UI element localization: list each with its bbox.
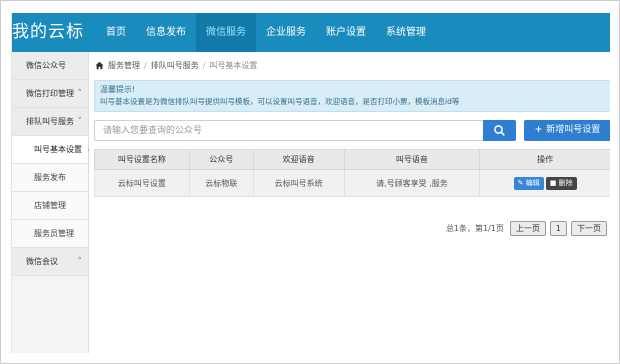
nav-item-system-management[interactable]: 系统管理 [376, 13, 436, 52]
next-page-button[interactable]: 下一页 [571, 220, 607, 236]
edit-icon: ✎ [517, 178, 524, 187]
edit-button[interactable]: ✎ 编辑 [513, 176, 544, 190]
column-header: 叫号设置名称 [94, 149, 190, 170]
column-header: 操作 [479, 149, 610, 170]
nav-item-home[interactable]: 首页 [96, 13, 136, 52]
tip-notice: 温馨提示! 叫号基本设置是为微信排队叫号提供叫号模板，可以设置叫号语音，欢迎语音… [94, 80, 610, 112]
sidebar-item-shop-management[interactable]: 店铺管理 [12, 192, 88, 220]
breadcrumb-separator: / [144, 60, 147, 70]
sidebar-item-label: 排队叫号服务 [26, 117, 74, 126]
delete-button[interactable]: ■ 删除 [545, 176, 577, 190]
column-header: 公众号 [188, 149, 254, 170]
column-header: 欢迎语音 [252, 149, 345, 170]
delete-label: 删除 [558, 178, 573, 187]
page-number-button[interactable]: 1 [549, 220, 567, 236]
top-navbar: 我的云标 首页 信息发布 微信服务 企业服务 账户设置 系统管理 [12, 13, 610, 52]
sidebar-item-label: 服务发布 [34, 173, 66, 182]
nav-item-enterprise-service[interactable]: 企业服务 [256, 13, 316, 52]
nav-item-wechat-service[interactable]: 微信服务 [196, 13, 256, 52]
table-header-row: 叫号设置名称 公众号 欢迎语音 叫号语音 操作 [94, 149, 610, 170]
plus-icon: + [534, 125, 543, 135]
chevron-up-icon: ˄ [77, 89, 83, 99]
search-input[interactable] [94, 120, 484, 141]
cell-welcome-voice: 云标叫号系统 [252, 169, 345, 197]
prev-page-button[interactable]: 上一页 [509, 220, 546, 236]
pagination-summary: 总1条，第1/1页 [445, 223, 504, 233]
sidebar-item-label: 微信打印管理 [26, 89, 74, 98]
sidebar-item-label: 微信会议 [26, 257, 58, 266]
main-nav: 首页 信息发布 微信服务 企业服务 账户设置 系统管理 [96, 13, 436, 52]
sidebar-item-wechat-meeting[interactable]: 微信会议 ˄ [12, 248, 88, 276]
column-header: 叫号语音 [343, 149, 481, 170]
sidebar-item-label: 叫号基本设置 [34, 145, 82, 154]
breadcrumb-root[interactable]: 服务管理 [108, 60, 140, 71]
home-icon [95, 61, 104, 69]
cell-call-voice: 请,号顾客享受 ,服务 [343, 169, 481, 197]
nav-item-account-settings[interactable]: 账户设置 [316, 13, 376, 52]
search-bar: +新增叫号设置 [94, 120, 610, 142]
breadcrumb-mid[interactable]: 排队叫号服务 [151, 60, 199, 71]
cell-actions: ✎ 编辑 ■ 删除 [479, 169, 610, 197]
pagination: 总1条，第1/1页 上一页 1 下一页 [89, 220, 607, 236]
window-frame: 我的云标 首页 信息发布 微信服务 企业服务 账户设置 系统管理 微信公众号 微… [0, 0, 620, 364]
cell-account: 云标物联 [188, 169, 254, 197]
call-settings-table: 叫号设置名称 公众号 欢迎语音 叫号语音 操作 云标叫号设置 云标物联 云标叫号… [94, 149, 610, 197]
sidebar-item-label: 服务员管理 [34, 229, 74, 238]
add-button-label: 新增叫号设置 [546, 125, 601, 135]
add-call-setting-button[interactable]: + 新增叫号设置 [524, 120, 610, 141]
main-content: 服务管理 / 排队叫号服务 / 叫号基本设置 温馨提示! 叫号基本设置是为微信排… [89, 52, 610, 353]
breadcrumb: 服务管理 / 排队叫号服务 / 叫号基本设置 [95, 58, 257, 72]
sidebar-item-print-management[interactable]: 微信打印管理 ˄ [12, 80, 88, 108]
edit-label: 编辑 [525, 178, 540, 187]
sidebar-item-label: 微信公众号 [26, 61, 66, 70]
sidebar-item-staff-management[interactable]: 服务员管理 [12, 220, 88, 248]
notice-text: 叫号基本设置是为微信排队叫号提供叫号模板，可以设置叫号语音，欢迎语音，是否打印小… [100, 97, 460, 106]
app-viewport: 我的云标 首页 信息发布 微信服务 企业服务 账户设置 系统管理 微信公众号 微… [11, 13, 610, 353]
sidebar-item-queue-service[interactable]: 排队叫号服务 ˅ [12, 108, 88, 136]
app-logo: 我的云标 [12, 22, 84, 42]
chevron-down-icon: ˅ [77, 117, 83, 127]
sidebar-item-call-basic-settings[interactable]: 叫号基本设置 [12, 136, 95, 164]
breadcrumb-current: 叫号基本设置 [209, 60, 258, 70]
sidebar-item-wechat-account[interactable]: 微信公众号 [12, 52, 88, 80]
cell-setting-name: 云标叫号设置 [94, 169, 190, 197]
trash-icon: ■ [549, 178, 557, 187]
notice-title: 温馨提示! [100, 85, 136, 94]
nav-item-info-publish[interactable]: 信息发布 [136, 13, 196, 52]
breadcrumb-separator: / [202, 60, 206, 70]
sidebar-item-service-publish[interactable]: 服务发布 [12, 164, 88, 192]
search-button[interactable] [483, 120, 516, 141]
search-icon [494, 125, 505, 136]
chevron-up-icon: ˄ [77, 257, 83, 267]
sidebar: 微信公众号 微信打印管理 ˄ 排队叫号服务 ˅ 叫号基本设置 服务发布 店铺管理… [12, 52, 95, 353]
table-row: 云标叫号设置 云标物联 云标叫号系统 请,号顾客享受 ,服务 ✎ 编辑 ■ 删除 [94, 169, 610, 197]
sidebar-item-label: 店铺管理 [34, 201, 66, 210]
